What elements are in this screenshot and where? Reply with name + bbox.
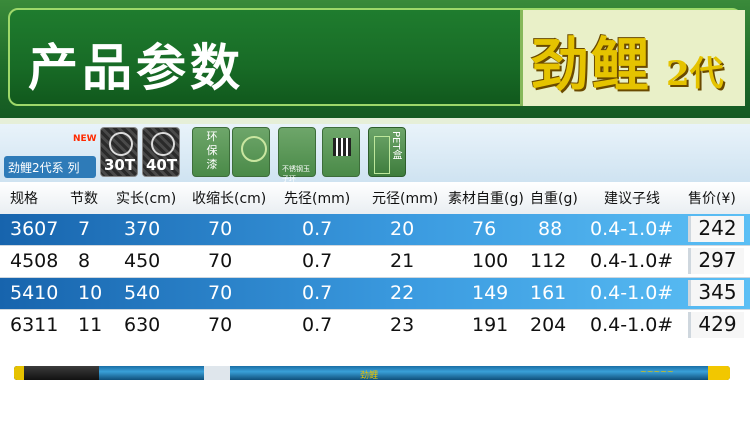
header-weight: 自重(g) <box>530 191 578 207</box>
carbon-40t-icon: 40T <box>142 127 180 177</box>
cell-line: 0.4-1.0# <box>590 250 674 272</box>
cell-tip-diameter: 0.7 <box>302 282 333 304</box>
cell-blank-weight: 100 <box>472 250 509 272</box>
table-row: 6311 11 630 70 0.7 23 191 204 0.4-1.0# 4… <box>0 310 750 341</box>
cell-closed-length: 70 <box>208 314 233 336</box>
header-sections: 节数 <box>70 191 98 207</box>
feature-strip: NEW 劲鲤2代系 列 30T 40T 环 保 漆 不锈钢玉子环 PET盒 <box>0 124 750 183</box>
table-row: 3607 7 370 70 0.7 20 76 88 0.4-1.0# 242 <box>0 214 750 245</box>
cell-weight: 88 <box>538 218 563 240</box>
cell-butt-diameter: 23 <box>390 314 415 336</box>
rod-spec-label <box>204 366 230 380</box>
cell-line: 0.4-1.0# <box>590 218 674 240</box>
cell-length: 450 <box>124 250 161 272</box>
rod-butt-cap <box>14 366 24 380</box>
cell-sections: 8 <box>78 250 91 272</box>
rod-tip-cap <box>708 366 730 380</box>
page-title: 产品参数 <box>28 39 244 97</box>
cell-spec: 6311 <box>10 314 59 336</box>
carbon-40t-label: 40T <box>146 156 178 174</box>
new-tag: NEW <box>73 134 97 144</box>
rod-script-mark: ~~~~~ <box>640 367 674 376</box>
brand-logo: 劲鲤 2代 <box>520 10 745 106</box>
header-closed-length: 收缩长(cm) <box>192 191 267 207</box>
stainless-ring-icon: 不锈钢玉子环 <box>278 127 316 183</box>
header-tip-diameter: 先径(mm) <box>284 191 351 207</box>
cell-tip-diameter: 0.7 <box>302 250 333 272</box>
cell-length: 540 <box>124 282 161 304</box>
cell-closed-length: 70 <box>208 250 233 272</box>
cell-line: 0.4-1.0# <box>590 282 674 304</box>
carbon-30t-icon: 30T <box>100 127 138 177</box>
table-row: 5410 10 540 70 0.7 22 149 161 0.4-1.0# 3… <box>0 278 750 309</box>
cell-length: 630 <box>124 314 161 336</box>
cell-sections: 7 <box>78 218 91 240</box>
brand-main-text: 劲鲤 <box>531 31 652 99</box>
cell-weight: 112 <box>530 250 567 272</box>
cell-closed-length: 70 <box>208 218 233 240</box>
cell-spec: 4508 <box>10 250 59 272</box>
pet-box-icon: PET盒 <box>368 127 406 177</box>
cell-blank-weight: 191 <box>472 314 509 336</box>
cell-spec: 3607 <box>10 218 59 240</box>
header-spec: 规格 <box>10 191 38 207</box>
pet-box-label: PET盒 <box>390 131 401 160</box>
cell-sections: 11 <box>78 314 103 336</box>
series-label: 劲鲤2代系 列 <box>8 161 80 175</box>
eco-paint-label: 环 保 漆 <box>206 130 218 171</box>
cell-blank-weight: 149 <box>472 282 509 304</box>
header-banner: 产品参数 劲鲤 2代 <box>0 0 750 118</box>
cell-butt-diameter: 20 <box>390 218 415 240</box>
qr-code-icon <box>333 138 351 156</box>
header-length: 实长(cm) <box>116 191 177 207</box>
rod-illustration: 劲鲤 ~~~~~ <box>0 346 750 422</box>
header-butt-diameter: 元径(mm) <box>372 191 439 207</box>
header-price: 售价(¥) <box>688 191 736 207</box>
cell-price: 297 <box>688 248 744 274</box>
qr-anti-fake-icon <box>322 127 360 177</box>
cell-closed-length: 70 <box>208 282 233 304</box>
cell-sections: 10 <box>78 282 103 304</box>
rod-brand-mark: 劲鲤 <box>360 371 379 381</box>
cell-length: 370 <box>124 218 161 240</box>
carbon-circle-icon <box>151 132 175 156</box>
ring-icon <box>241 136 267 162</box>
series-badge: 劲鲤2代系 列 <box>4 156 96 178</box>
stainless-ring-label: 不锈钢玉子环 <box>282 165 310 183</box>
cell-price: 429 <box>688 312 744 338</box>
cell-weight: 161 <box>530 282 567 304</box>
cell-butt-diameter: 21 <box>390 250 415 272</box>
carbon-30t-label: 30T <box>104 156 136 174</box>
table-row: 4508 8 450 70 0.7 21 100 112 0.4-1.0# 29… <box>0 246 750 277</box>
cell-butt-diameter: 22 <box>390 282 415 304</box>
cell-tip-diameter: 0.7 <box>302 218 333 240</box>
eco-paint-icon: 环 保 漆 <box>192 127 230 177</box>
cell-spec: 5410 <box>10 282 59 304</box>
cell-line: 0.4-1.0# <box>590 314 674 336</box>
guide-ring-icon <box>232 127 270 177</box>
carbon-circle-icon <box>109 132 133 156</box>
cell-weight: 204 <box>530 314 567 336</box>
cell-price: 242 <box>688 216 744 242</box>
cell-blank-weight: 76 <box>472 218 497 240</box>
cell-price: 345 <box>688 280 744 306</box>
cell-tip-diameter: 0.7 <box>302 314 333 336</box>
header-blank-weight: 素材自重(g) <box>448 191 524 207</box>
brand-sub-text: 2代 <box>666 54 724 94</box>
rod-grip <box>14 366 99 380</box>
header-line: 建议子线 <box>604 191 660 207</box>
table-header: 规格 节数 实长(cm) 收缩长(cm) 先径(mm) 元径(mm) 素材自重(… <box>0 182 750 214</box>
